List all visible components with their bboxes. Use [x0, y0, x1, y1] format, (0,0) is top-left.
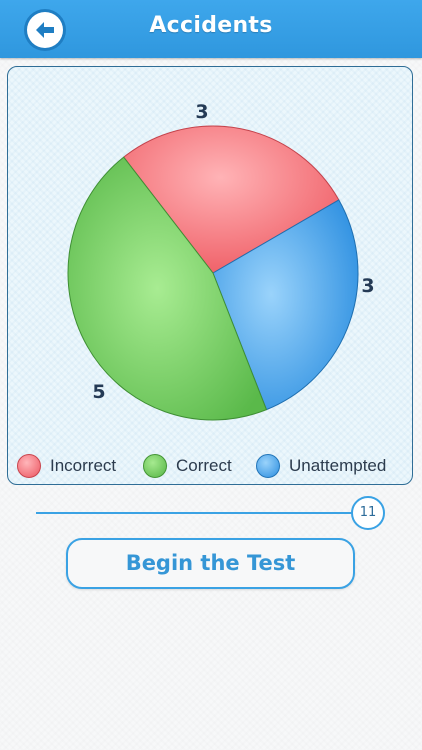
correct-swatch-icon [143, 454, 167, 478]
chart-legend: Incorrect Correct Unattempted [8, 453, 414, 483]
results-chart-card: 3 3 5 Incorrect Correct Unattempted [7, 66, 413, 485]
header-bar: Accidents [0, 0, 422, 58]
slice-label-unattempted: 3 [361, 275, 375, 297]
begin-test-button[interactable]: Begin the Test [66, 538, 355, 589]
slice-label-correct: 5 [92, 381, 106, 403]
question-count-slider-handle[interactable]: 11 [351, 496, 385, 530]
page-title: Accidents [149, 13, 273, 38]
unattempted-swatch-icon [256, 454, 280, 478]
incorrect-swatch-icon [17, 454, 41, 478]
slice-label-incorrect: 3 [195, 101, 209, 123]
question-count-slider-track[interactable] [36, 512, 352, 514]
